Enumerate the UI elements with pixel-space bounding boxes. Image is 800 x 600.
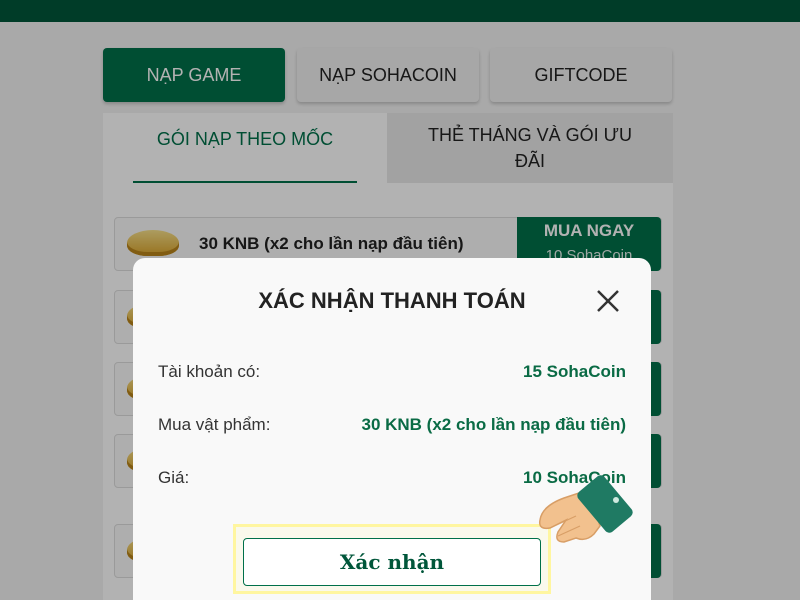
price-label: Giá: xyxy=(158,468,190,487)
modal-title: XÁC NHẬN THANH TOÁN xyxy=(258,288,526,313)
item-value: 30 KNB (x2 cho lần nạp đầu tiên) xyxy=(361,415,627,434)
pointing-hand-icon xyxy=(536,470,640,552)
balance-label: Tài khoản có: xyxy=(158,362,261,381)
balance-value: 15 SohaCoin xyxy=(523,362,626,381)
close-icon[interactable] xyxy=(595,288,621,314)
confirm-button[interactable]: Xác nhận xyxy=(243,538,541,586)
item-label: Mua vật phẩm: xyxy=(158,415,271,434)
